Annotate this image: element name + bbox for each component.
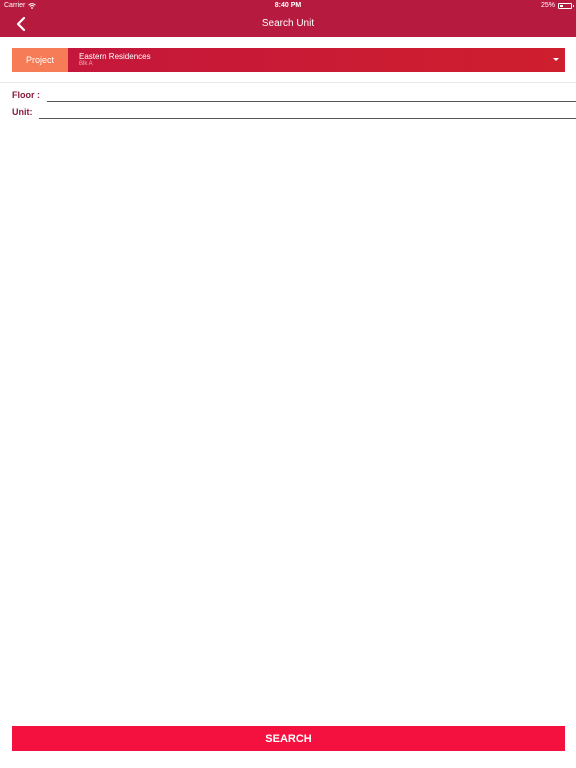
- unit-input[interactable]: [38, 105, 576, 119]
- status-time: 8:40 PM: [274, 2, 302, 9]
- unit-label: Unit:: [12, 107, 33, 117]
- battery-fill: [560, 4, 563, 7]
- project-selector: Project Eastern Residences Blk A: [12, 48, 565, 72]
- project-name: Eastern Residences: [79, 52, 151, 61]
- navigation-bar: Search Unit: [0, 12, 576, 37]
- search-button[interactable]: SEARCH: [12, 726, 565, 751]
- project-dropdown[interactable]: Eastern Residences Blk A: [68, 48, 565, 72]
- status-bar: Carrier 8:40 PM 25%: [0, 0, 576, 12]
- floor-field: Floor :: [12, 88, 576, 102]
- project-block: Blk A: [79, 61, 93, 67]
- caret-down-icon: [553, 58, 559, 61]
- unit-field: Unit:: [12, 105, 576, 119]
- battery-status: 25%: [540, 2, 574, 9]
- project-label: Project: [12, 48, 68, 72]
- battery-percent: 25%: [540, 2, 555, 9]
- section-divider: [0, 82, 576, 83]
- floor-input[interactable]: [47, 88, 576, 102]
- page-title: Search Unit: [261, 18, 315, 29]
- floor-label: Floor :: [12, 90, 40, 100]
- battery-icon: [558, 2, 574, 9]
